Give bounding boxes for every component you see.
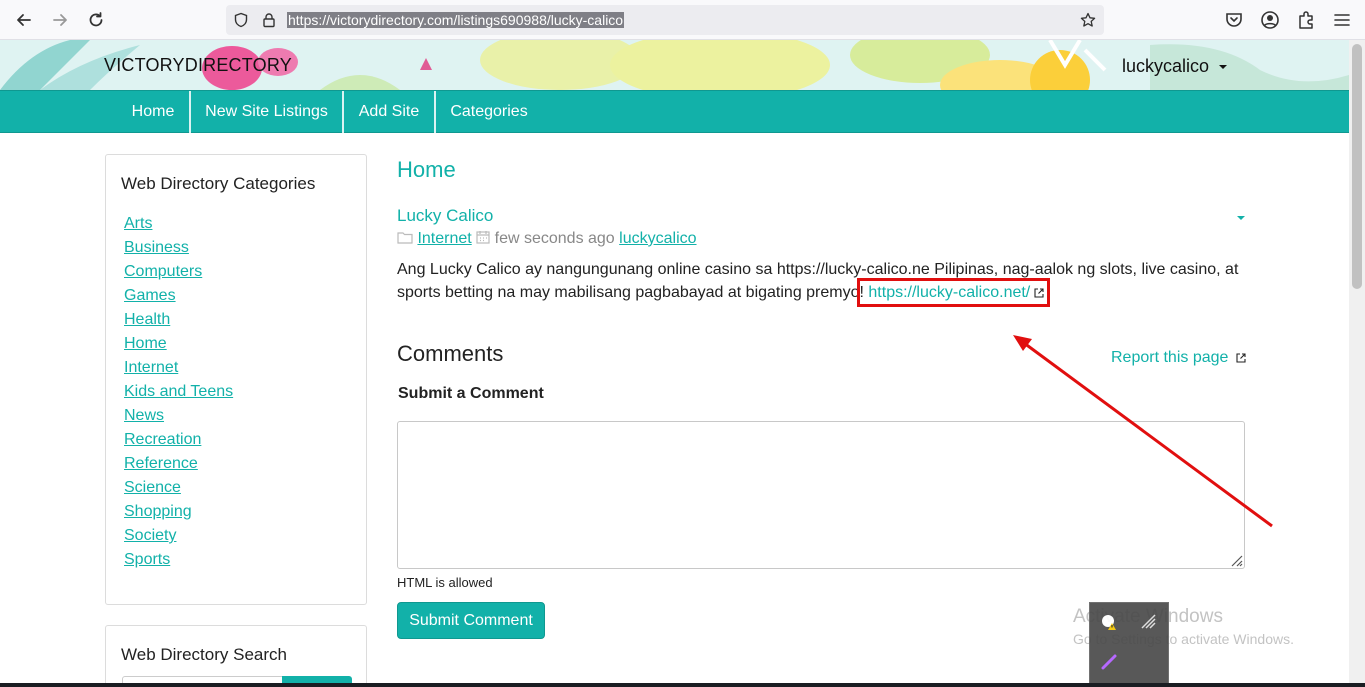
report-page-label[interactable]: Report this page [1111, 349, 1228, 366]
forward-arrow-icon[interactable] [48, 8, 72, 32]
nav-item-home[interactable]: Home [117, 91, 189, 133]
address-bar[interactable]: https://victorydirectory.com/listings690… [226, 5, 1104, 35]
listing-description-text: Ang Lucky Calico ay nangungunang online … [397, 261, 1239, 301]
page-title: Home [397, 157, 456, 182]
main-navigation: Home New Site Listings Add Site Categori… [0, 90, 1349, 133]
external-link-icon [1236, 353, 1246, 363]
category-link[interactable]: News [124, 407, 164, 425]
category-link[interactable]: Recreation [124, 431, 201, 449]
nav-item-categories[interactable]: Categories [436, 91, 542, 133]
search-panel-title: Web Directory Search [121, 645, 287, 664]
submit-comment-button[interactable]: Submit Comment [397, 602, 545, 639]
category-link[interactable]: Kids and Teens [124, 383, 233, 401]
pocket-icon[interactable] [1224, 10, 1244, 30]
report-page-link[interactable]: Report this page [1111, 349, 1246, 367]
nav-item-new-site-listings[interactable]: New Site Listings [191, 91, 342, 133]
category-link[interactable]: Home [124, 335, 167, 353]
extensions-icon[interactable] [1296, 10, 1316, 30]
category-link[interactable]: Sports [124, 551, 170, 569]
username-label: luckycalico [1122, 56, 1210, 76]
site-brand-logo[interactable]: VICTORYDIRECTORY [104, 55, 292, 76]
listing-author-link[interactable]: luckycalico [619, 230, 696, 247]
taskbar-edge [0, 683, 1365, 687]
calendar-icon [476, 231, 490, 244]
listing-category-link[interactable]: Internet [417, 230, 471, 247]
comment-textarea[interactable] [397, 421, 1245, 569]
listing-options-chevron-icon[interactable] [1237, 216, 1245, 220]
url-text[interactable]: https://victorydirectory.com/listings690… [287, 12, 625, 28]
menu-icon[interactable] [1332, 10, 1352, 30]
shield-icon[interactable] [233, 12, 249, 28]
submit-comment-heading: Submit a Comment [398, 385, 544, 402]
back-arrow-icon[interactable] [12, 8, 36, 32]
scrollbar-thumb[interactable] [1352, 44, 1362, 289]
search-panel: Web Directory Search [105, 625, 367, 687]
user-menu-dropdown[interactable]: luckycalico [1122, 56, 1228, 77]
resize-handle-icon[interactable] [1229, 553, 1243, 567]
listing-description: Ang Lucky Calico ay nangungunang online … [397, 258, 1247, 304]
category-link[interactable]: Internet [124, 359, 178, 377]
category-link[interactable]: Reference [124, 455, 198, 473]
network-icon[interactable] [1140, 613, 1158, 631]
listing-title[interactable]: Lucky Calico [397, 206, 493, 226]
system-tray-popup [1089, 602, 1169, 684]
nav-item-add-site[interactable]: Add Site [344, 91, 434, 133]
category-link[interactable]: Society [124, 527, 176, 545]
category-link[interactable]: Health [124, 311, 170, 329]
category-link[interactable]: Business [124, 239, 189, 257]
category-link[interactable]: Shopping [124, 503, 192, 521]
folder-icon [397, 232, 413, 244]
lock-icon[interactable] [261, 12, 277, 28]
category-link[interactable]: Computers [124, 263, 202, 281]
categories-panel-title: Web Directory Categories [121, 174, 316, 193]
browser-toolbar: https://victorydirectory.com/listings690… [0, 0, 1365, 40]
listing-meta: Internet few seconds ago luckycalico [397, 230, 697, 248]
star-icon[interactable] [1080, 12, 1096, 28]
category-link[interactable]: Games [124, 287, 176, 305]
pen-icon[interactable] [1100, 653, 1118, 671]
chevron-down-icon [1219, 65, 1228, 70]
site-banner: VICTORYDIRECTORY luckycalico [0, 40, 1349, 90]
account-icon[interactable] [1260, 10, 1280, 30]
category-link[interactable]: Arts [124, 215, 152, 233]
category-link[interactable]: Science [124, 479, 181, 497]
html-allowed-note: HTML is allowed [397, 575, 493, 590]
page-scrollbar[interactable] [1349, 40, 1365, 687]
security-warning-icon[interactable] [1100, 613, 1118, 631]
listing-time: few seconds ago [494, 230, 615, 247]
categories-panel: Web Directory Categories Arts Business C… [105, 154, 367, 605]
reload-icon[interactable] [84, 8, 108, 32]
comments-heading: Comments [397, 341, 504, 366]
annotation-highlight-box [857, 278, 1050, 307]
